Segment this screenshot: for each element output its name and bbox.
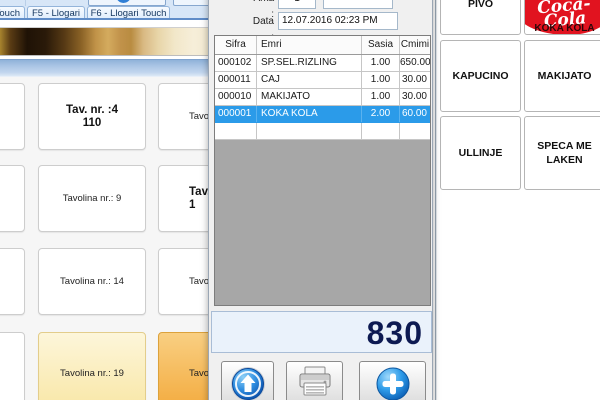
cell-sasia: 2.00 bbox=[362, 106, 400, 122]
cell-cmimi: 30.00 bbox=[400, 72, 430, 88]
data-input[interactable]: 12.07.2016 02:23 PM bbox=[278, 12, 398, 30]
wood-banner bbox=[0, 27, 208, 56]
products-panel: SKOPSKO PIVO Coca-Cola KOKA KOLA KAPUCIN… bbox=[435, 0, 600, 400]
arka-secondary-input[interactable] bbox=[323, 0, 393, 9]
order-dialog: Arka : 1 Data : 12.07.2016 02:23 PM Sifr… bbox=[208, 0, 433, 400]
cell-empty bbox=[257, 123, 362, 139]
product-label: SKOPSKO PIVO bbox=[441, 0, 520, 11]
column-header-cmimi[interactable]: Cmimi bbox=[400, 36, 430, 54]
cell-cmimi: 650.00 bbox=[400, 55, 430, 71]
data-label: Data : bbox=[248, 14, 274, 30]
tab-strip: Touch F5 - Llogari F6 - Llogari Touch bbox=[0, 0, 208, 20]
product-button-koka-kola[interactable]: Coca-Cola KOKA KOLA bbox=[524, 0, 600, 35]
arka-label: Arka : bbox=[248, 0, 274, 7]
table-button-partial[interactable] bbox=[0, 83, 25, 150]
add-item-button[interactable] bbox=[359, 361, 426, 400]
product-button-ullinje[interactable]: ULLINJE bbox=[440, 116, 521, 190]
product-label: KAPUCINO bbox=[452, 69, 508, 83]
product-button-makijato[interactable]: MAKIJATO bbox=[524, 40, 600, 112]
cell-empty bbox=[362, 123, 400, 139]
product-button-speca-me-laken[interactable]: SPECA ME LAKEN bbox=[524, 116, 600, 190]
table-button-9[interactable]: Tavolina nr.: 9 bbox=[38, 165, 146, 232]
table-button-label: Tavolina nr.: 19 bbox=[39, 367, 145, 380]
cell-empty bbox=[400, 123, 430, 139]
order-item-row[interactable]: 000011 CAJ 1.00 30.00 bbox=[215, 72, 430, 89]
up-arrow-icon bbox=[230, 366, 266, 400]
order-item-row[interactable]: 000010 MAKIJATO 1.00 30.00 bbox=[215, 89, 430, 106]
cell-sifra: 000102 bbox=[215, 55, 257, 71]
product-label: SPECA ME bbox=[537, 139, 591, 153]
cell-emri: MAKIJATO bbox=[257, 89, 362, 105]
cell-cmimi: 60.00 bbox=[400, 106, 430, 122]
cell-emri: KOKA KOLA bbox=[257, 106, 362, 122]
product-button-kapucino[interactable]: KAPUCINO bbox=[440, 40, 521, 112]
table-button-label: Tavolina nr.: 9 bbox=[39, 192, 145, 205]
toolbar-separator bbox=[25, 0, 26, 6]
order-items-header: Sifra Emri Sasia Cmimi bbox=[215, 36, 430, 55]
cell-cmimi: 30.00 bbox=[400, 89, 430, 105]
table-button-19[interactable]: Tavolina nr.: 19 bbox=[38, 332, 146, 400]
cell-empty bbox=[215, 123, 257, 139]
order-item-row-empty bbox=[215, 123, 430, 140]
product-label: KOKA KOLA bbox=[525, 22, 600, 35]
cell-sasia: 1.00 bbox=[362, 89, 400, 105]
cell-sifra: 000011 bbox=[215, 72, 257, 88]
table-button-partial[interactable] bbox=[0, 165, 25, 232]
table-empty-area bbox=[215, 140, 430, 305]
pos-screen: Touch F5 - Llogari F6 - Llogari Touch Ta… bbox=[0, 0, 600, 400]
table-button-label: Tavolina nr.: 14 bbox=[39, 275, 145, 288]
table-button-amount: 110 bbox=[39, 117, 145, 130]
product-label: ULLINJE bbox=[459, 146, 503, 160]
product-label: LAKEN bbox=[546, 153, 582, 167]
column-header-sasia[interactable]: Sasia bbox=[362, 36, 400, 54]
cell-emri: CAJ bbox=[257, 72, 362, 88]
cell-sifra: 000001 bbox=[215, 106, 257, 122]
arka-input[interactable]: 1 bbox=[278, 0, 316, 9]
column-header-sifra[interactable]: Sifra bbox=[215, 36, 257, 54]
blue-banner bbox=[0, 59, 208, 77]
table-button-label: Tav. nr. :4 bbox=[39, 104, 145, 117]
order-item-row-selected[interactable]: 000001 KOKA KOLA 2.00 60.00 bbox=[215, 106, 430, 123]
cell-sasia: 1.00 bbox=[362, 72, 400, 88]
total-amount: 830 bbox=[367, 313, 423, 353]
cell-sifra: 000010 bbox=[215, 89, 257, 105]
table-button-partial[interactable] bbox=[0, 248, 25, 315]
total-panel: 830 bbox=[211, 311, 432, 353]
product-label: MAKIJATO bbox=[538, 69, 592, 83]
table-button-partial[interactable] bbox=[0, 332, 25, 400]
tab-strip-underline bbox=[0, 18, 208, 20]
cell-emri: SP.SEL.RIZLING bbox=[257, 55, 362, 71]
order-items-table: Sifra Emri Sasia Cmimi 000102 SP.SEL.RIZ… bbox=[214, 35, 431, 306]
product-button-skopsko-pivo[interactable]: SKOPSKO PIVO bbox=[440, 0, 521, 35]
move-up-button[interactable] bbox=[221, 361, 274, 400]
order-item-row[interactable]: 000102 SP.SEL.RIZLING 1.00 650.00 bbox=[215, 55, 430, 72]
plus-icon bbox=[375, 366, 411, 400]
print-button[interactable] bbox=[286, 361, 343, 400]
table-button-tav4[interactable]: Tav. nr. :4 110 bbox=[38, 83, 146, 150]
printer-icon bbox=[296, 366, 334, 400]
column-header-emri[interactable]: Emri bbox=[257, 36, 362, 54]
tables-grid: Tav. nr. :4 110 Tavolina nr.: 9 Tavolina… bbox=[0, 77, 208, 400]
table-button-14[interactable]: Tavolina nr.: 14 bbox=[38, 248, 146, 315]
cell-sasia: 1.00 bbox=[362, 55, 400, 71]
